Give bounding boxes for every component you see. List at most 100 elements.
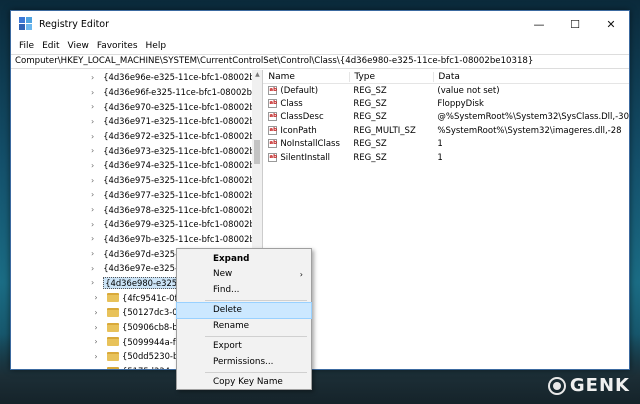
- ctx-export[interactable]: Export: [177, 339, 311, 355]
- chevron-right-icon[interactable]: ›: [91, 367, 101, 369]
- chevron-right-icon[interactable]: ›: [91, 337, 101, 346]
- value-type: REG_SZ: [353, 139, 387, 150]
- close-button[interactable]: ✕: [593, 11, 629, 37]
- header-type[interactable]: Type: [349, 71, 433, 82]
- watermark-logo: GENK: [547, 375, 630, 396]
- value-name-text: IconPath: [280, 125, 317, 136]
- address-bar[interactable]: Computer\HKEY_LOCAL_MACHINE\SYSTEM\Curre…: [11, 54, 629, 69]
- title-bar[interactable]: Registry Editor — ☐ ✕: [11, 11, 629, 37]
- chevron-right-icon[interactable]: ›: [91, 323, 101, 332]
- tree-item-label: {4d36e978-e325-11ce-bfc1-08002be10318}: [103, 204, 264, 215]
- menu-separator: [205, 371, 307, 373]
- ctx-permissions[interactable]: Permissions...: [177, 354, 311, 370]
- chevron-right-icon[interactable]: ›: [91, 264, 94, 273]
- value-row[interactable]: ab IconPath REG_MULTI_SZ %SystemRoot%\Syste…: [263, 124, 629, 137]
- value-name-text: ClassDesc: [280, 112, 324, 123]
- menu-bar: File Edit View Favorites Help: [11, 37, 629, 54]
- tree-item[interactable]: › {4d36e972-e325-11ce-bfc1-08002be10318}: [11, 129, 262, 144]
- tree-item-label: {4d36e972-e325-11ce-bfc1-08002be10318}: [103, 131, 264, 142]
- tree-item[interactable]: › {4d36e975-e325-11ce-bfc1-08002be10318}: [11, 173, 262, 188]
- menu-favorites[interactable]: Favorites: [93, 41, 142, 51]
- folder-icon: [107, 322, 119, 332]
- menu-separator: [205, 299, 307, 301]
- value-type: REG_SZ: [353, 152, 387, 163]
- tree-item-label: {4d36e97b-e325-11ce-bfc1-08002be10318}: [103, 233, 264, 244]
- tree-item[interactable]: › {4d36e974-e325-11ce-bfc1-08002be10318}: [11, 158, 262, 173]
- menu-view[interactable]: View: [64, 41, 93, 51]
- chevron-right-icon[interactable]: ›: [91, 190, 94, 199]
- folder-icon: [107, 337, 119, 347]
- chevron-right-icon[interactable]: ›: [91, 234, 94, 243]
- tree-item-label: {4d36e973-e325-11ce-bfc1-08002be10318}: [103, 145, 264, 156]
- tree-item[interactable]: › {4d36e970-e325-11ce-bfc1-08002be10318}: [11, 99, 262, 114]
- chevron-right-icon[interactable]: ›: [91, 205, 94, 214]
- value-type: REG_SZ: [353, 99, 387, 110]
- value-name: ab ClassDesc: [263, 112, 349, 122]
- folder-icon: [107, 366, 119, 369]
- folder-icon: [107, 351, 119, 361]
- ctx-expand[interactable]: Expand: [177, 251, 311, 267]
- ctx-find[interactable]: Find...: [177, 282, 311, 298]
- tree-item-label: {4d36e974-e325-11ce-bfc1-08002be10318}: [103, 160, 264, 171]
- chevron-right-icon[interactable]: ›: [91, 73, 94, 82]
- header-name[interactable]: Name: [263, 72, 349, 82]
- folder-icon: [107, 293, 119, 303]
- value-row[interactable]: ab (Default) REG_SZ (value not set): [263, 84, 629, 97]
- value-row[interactable]: ab SilentInstall REG_SZ 1: [263, 151, 629, 164]
- tree-item[interactable]: › {4d36e97b-e325-11ce-bfc1-08002be10318}: [11, 232, 262, 247]
- tree-item[interactable]: › {4d36e973-e325-11ce-bfc1-08002be10318}: [11, 143, 262, 158]
- menu-file[interactable]: File: [15, 41, 38, 51]
- chevron-right-icon: ›: [299, 269, 303, 279]
- tree-item[interactable]: › {4d36e96e-e325-11ce-bfc1-08002be10318}: [11, 70, 262, 85]
- chevron-right-icon[interactable]: ›: [91, 249, 94, 258]
- chevron-right-icon[interactable]: ›: [91, 102, 94, 111]
- ctx-rename[interactable]: Rename: [177, 318, 311, 334]
- chevron-right-icon[interactable]: ›: [91, 161, 94, 170]
- tree-item[interactable]: › {4d36e979-e325-11ce-bfc1-08002be10318}: [11, 217, 262, 232]
- value-name-text: (Default): [280, 85, 319, 96]
- string-value-icon: ab: [268, 112, 278, 122]
- context-menu: Expand New › Find... Delete Rename Export…: [176, 248, 312, 390]
- value-data: 1: [437, 152, 443, 163]
- folder-icon: [107, 307, 119, 317]
- value-row[interactable]: ab ClassDesc REG_SZ @%SystemRoot%\System32\…: [263, 111, 629, 124]
- chevron-right-icon[interactable]: ›: [91, 176, 94, 185]
- value-name-text: Class: [280, 99, 303, 110]
- value-row[interactable]: ab Class REG_SZ FloppyDisk: [263, 97, 629, 110]
- chevron-right-icon[interactable]: ›: [91, 293, 101, 302]
- header-data[interactable]: Data: [433, 71, 629, 82]
- tree-item-label: {4d36e971-e325-11ce-bfc1-08002be10318}: [103, 116, 264, 127]
- tree-item[interactable]: › {4d36e96f-e325-11ce-bfc1-08002be10318}: [11, 85, 262, 100]
- chevron-right-icon[interactable]: ›: [91, 146, 94, 155]
- tree-item[interactable]: › {4d36e971-e325-11ce-bfc1-08002be10318}: [11, 114, 262, 129]
- value-name: ab (Default): [263, 85, 349, 96]
- value-name: ab Class: [263, 99, 349, 109]
- tree-item[interactable]: › {4d36e978-e325-11ce-bfc1-08002be10318}: [11, 202, 262, 217]
- chevron-right-icon[interactable]: ›: [91, 278, 94, 287]
- value-type: REG_SZ: [353, 85, 387, 96]
- ctx-delete[interactable]: Delete: [176, 301, 312, 319]
- scroll-thumb[interactable]: [254, 140, 261, 164]
- chevron-right-icon[interactable]: ›: [91, 220, 94, 229]
- ctx-copy-key-name[interactable]: Copy Key Name: [177, 375, 311, 391]
- registry-editor-window: Registry Editor — ☐ ✕ File Edit View Fav…: [10, 10, 630, 370]
- value-name: ab NoInstallClass: [263, 139, 349, 149]
- scroll-up-icon[interactable]: ▲: [252, 70, 262, 80]
- chevron-right-icon[interactable]: ›: [91, 308, 101, 317]
- string-value-icon: ab: [268, 125, 278, 135]
- values-pane[interactable]: Name Type Data ab (Default) REG_SZ (value n…: [263, 70, 629, 369]
- chevron-right-icon[interactable]: ›: [91, 88, 94, 97]
- values-header: Name Type Data: [263, 70, 629, 84]
- maximize-button[interactable]: ☐: [557, 11, 593, 37]
- menu-help[interactable]: Help: [142, 41, 171, 51]
- chevron-right-icon[interactable]: ›: [91, 117, 94, 126]
- chevron-right-icon[interactable]: ›: [91, 352, 101, 361]
- ctx-new[interactable]: New ›: [177, 267, 311, 283]
- tree-item[interactable]: › {4d36e977-e325-11ce-bfc1-08002be10318}: [11, 188, 262, 203]
- chevron-right-icon[interactable]: ›: [91, 132, 94, 141]
- value-row[interactable]: ab NoInstallClass REG_SZ 1: [263, 138, 629, 151]
- menu-edit[interactable]: Edit: [38, 41, 63, 51]
- value-type: REG_SZ: [353, 112, 387, 123]
- tree-item-label: {4d36e979-e325-11ce-bfc1-08002be10318}: [103, 219, 264, 230]
- minimize-button[interactable]: —: [521, 11, 557, 37]
